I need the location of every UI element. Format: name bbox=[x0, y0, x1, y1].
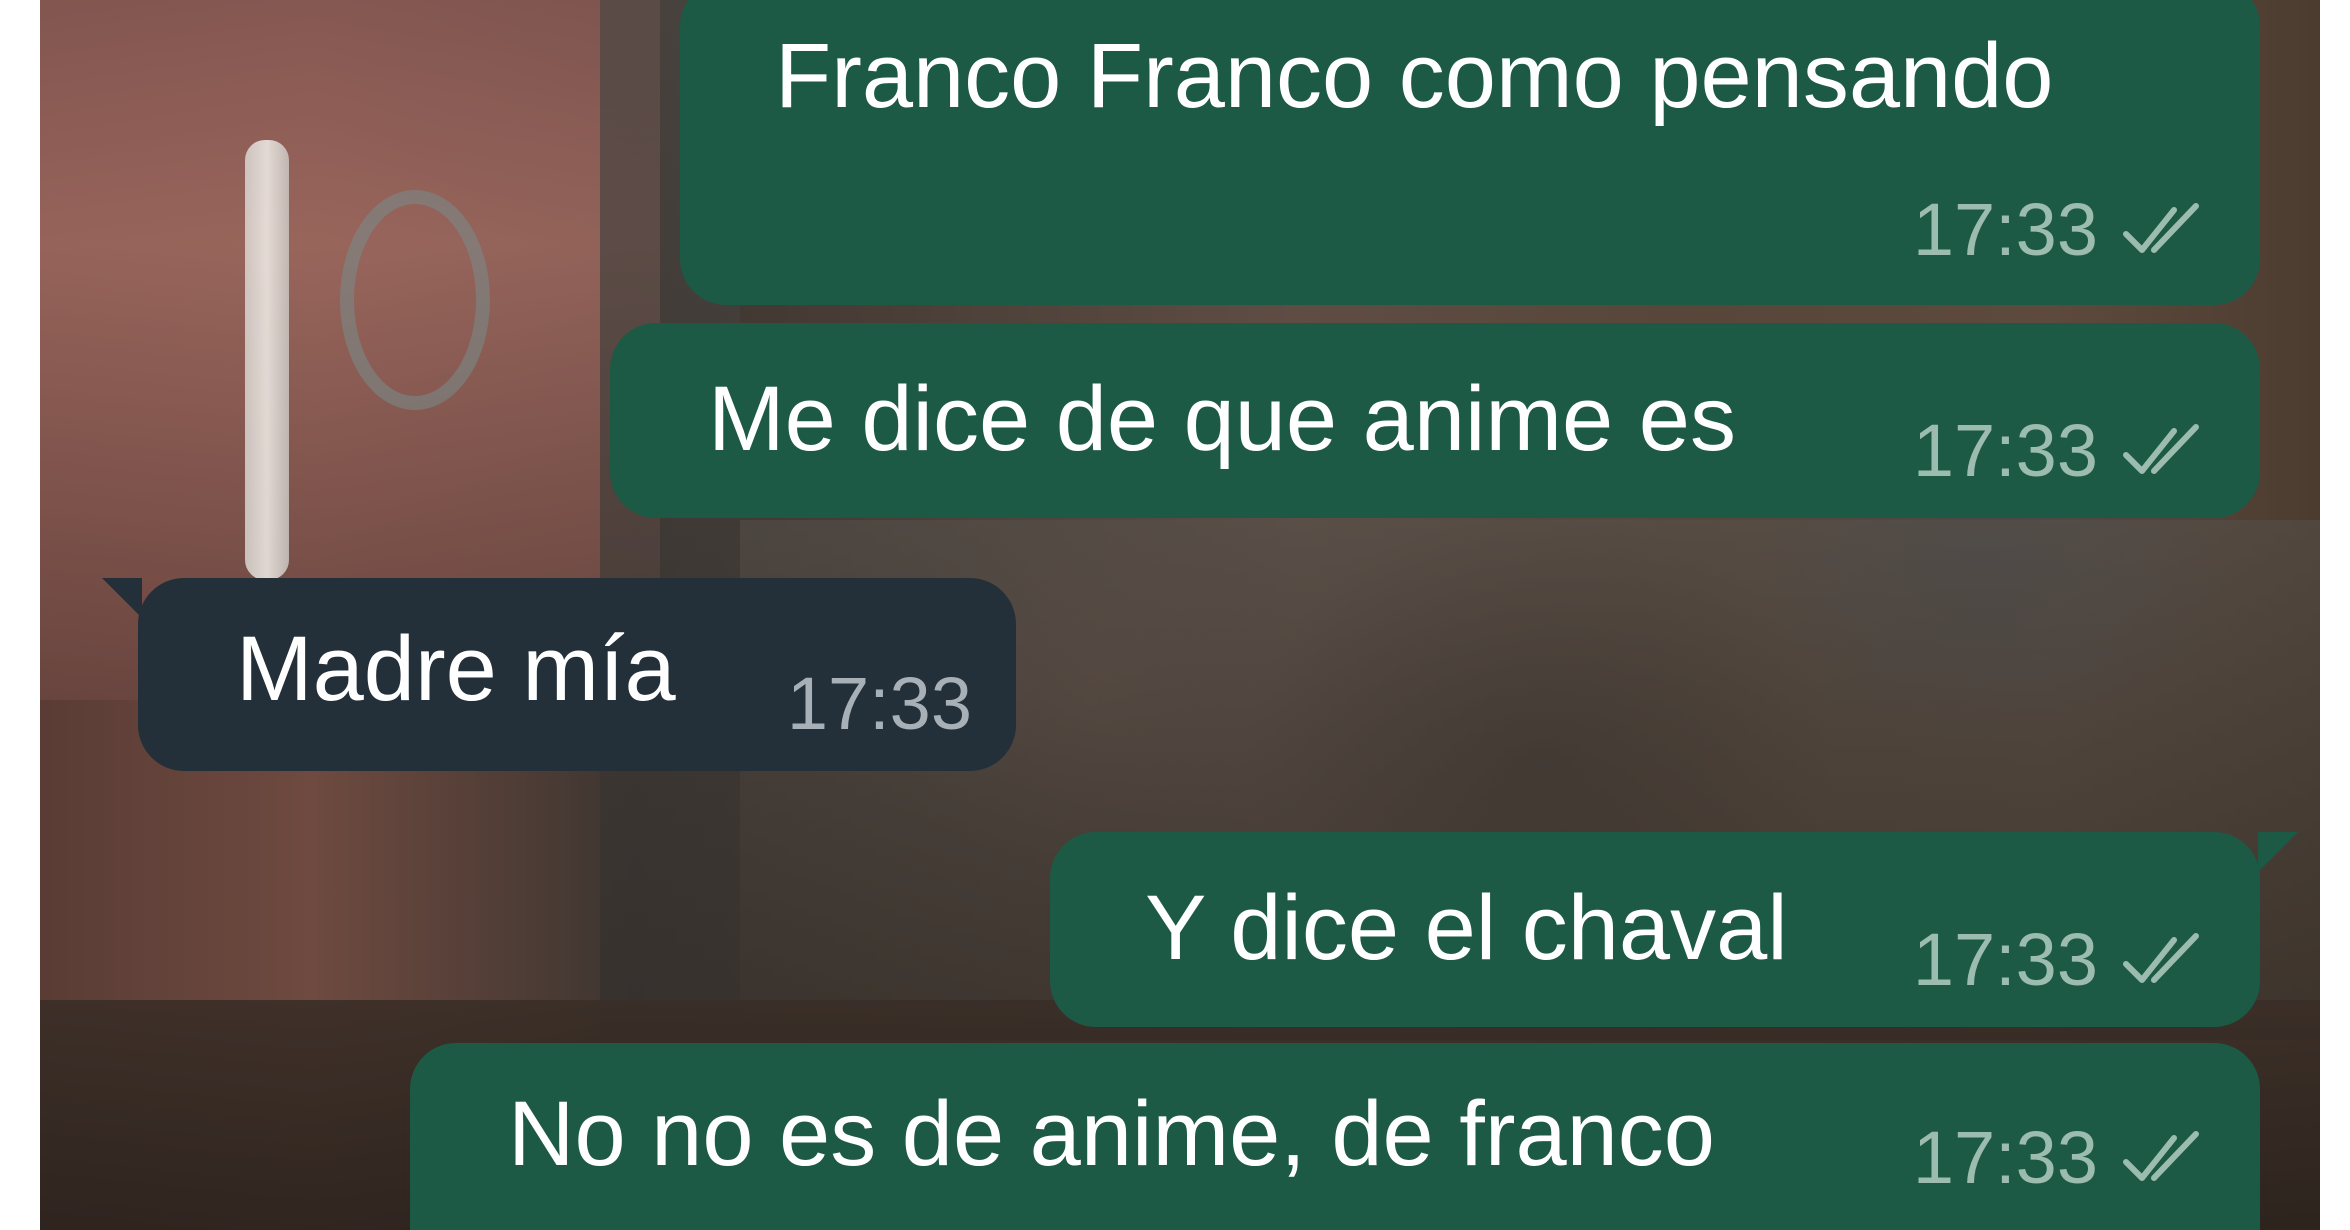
background-sign bbox=[340, 190, 490, 410]
message-timestamp: 17:33 bbox=[786, 662, 972, 745]
message-bubble-outgoing[interactable]: Me dice de que anime es 17:33 bbox=[610, 323, 2260, 518]
double-check-icon bbox=[2123, 203, 2199, 253]
background-door-handle bbox=[245, 140, 289, 580]
message-text: Me dice de que anime es bbox=[708, 368, 1736, 470]
double-check-icon bbox=[2123, 933, 2199, 983]
message-text: No no es de anime, de franco bbox=[508, 1083, 1715, 1185]
message-bubble-outgoing[interactable]: Franco Franco como pensando 17:33 bbox=[680, 0, 2260, 305]
message-text: Madre mía bbox=[236, 618, 676, 720]
double-check-icon bbox=[2123, 424, 2199, 474]
message-timestamp: 17:33 bbox=[1912, 188, 2098, 271]
message-text: Franco Franco como pensando bbox=[775, 25, 2054, 127]
bubble-tail bbox=[2258, 832, 2298, 872]
chat-area[interactable]: Franco Franco como pensando 17:33 Me dic… bbox=[40, 0, 2320, 1230]
message-bubble-incoming[interactable]: Madre mía 17:33 bbox=[138, 578, 1016, 771]
double-check-icon bbox=[2123, 1131, 2199, 1181]
message-text: Y dice el chaval bbox=[1145, 877, 1788, 979]
message-bubble-outgoing[interactable]: No no es de anime, de franco 17:33 bbox=[410, 1043, 2260, 1230]
bubble-tail bbox=[102, 578, 142, 618]
message-timestamp: 17:33 bbox=[1912, 1116, 2098, 1199]
message-timestamp: 17:33 bbox=[1912, 918, 2098, 1001]
message-timestamp: 17:33 bbox=[1912, 409, 2098, 492]
message-bubble-outgoing[interactable]: Y dice el chaval 17:33 bbox=[1050, 832, 2260, 1027]
